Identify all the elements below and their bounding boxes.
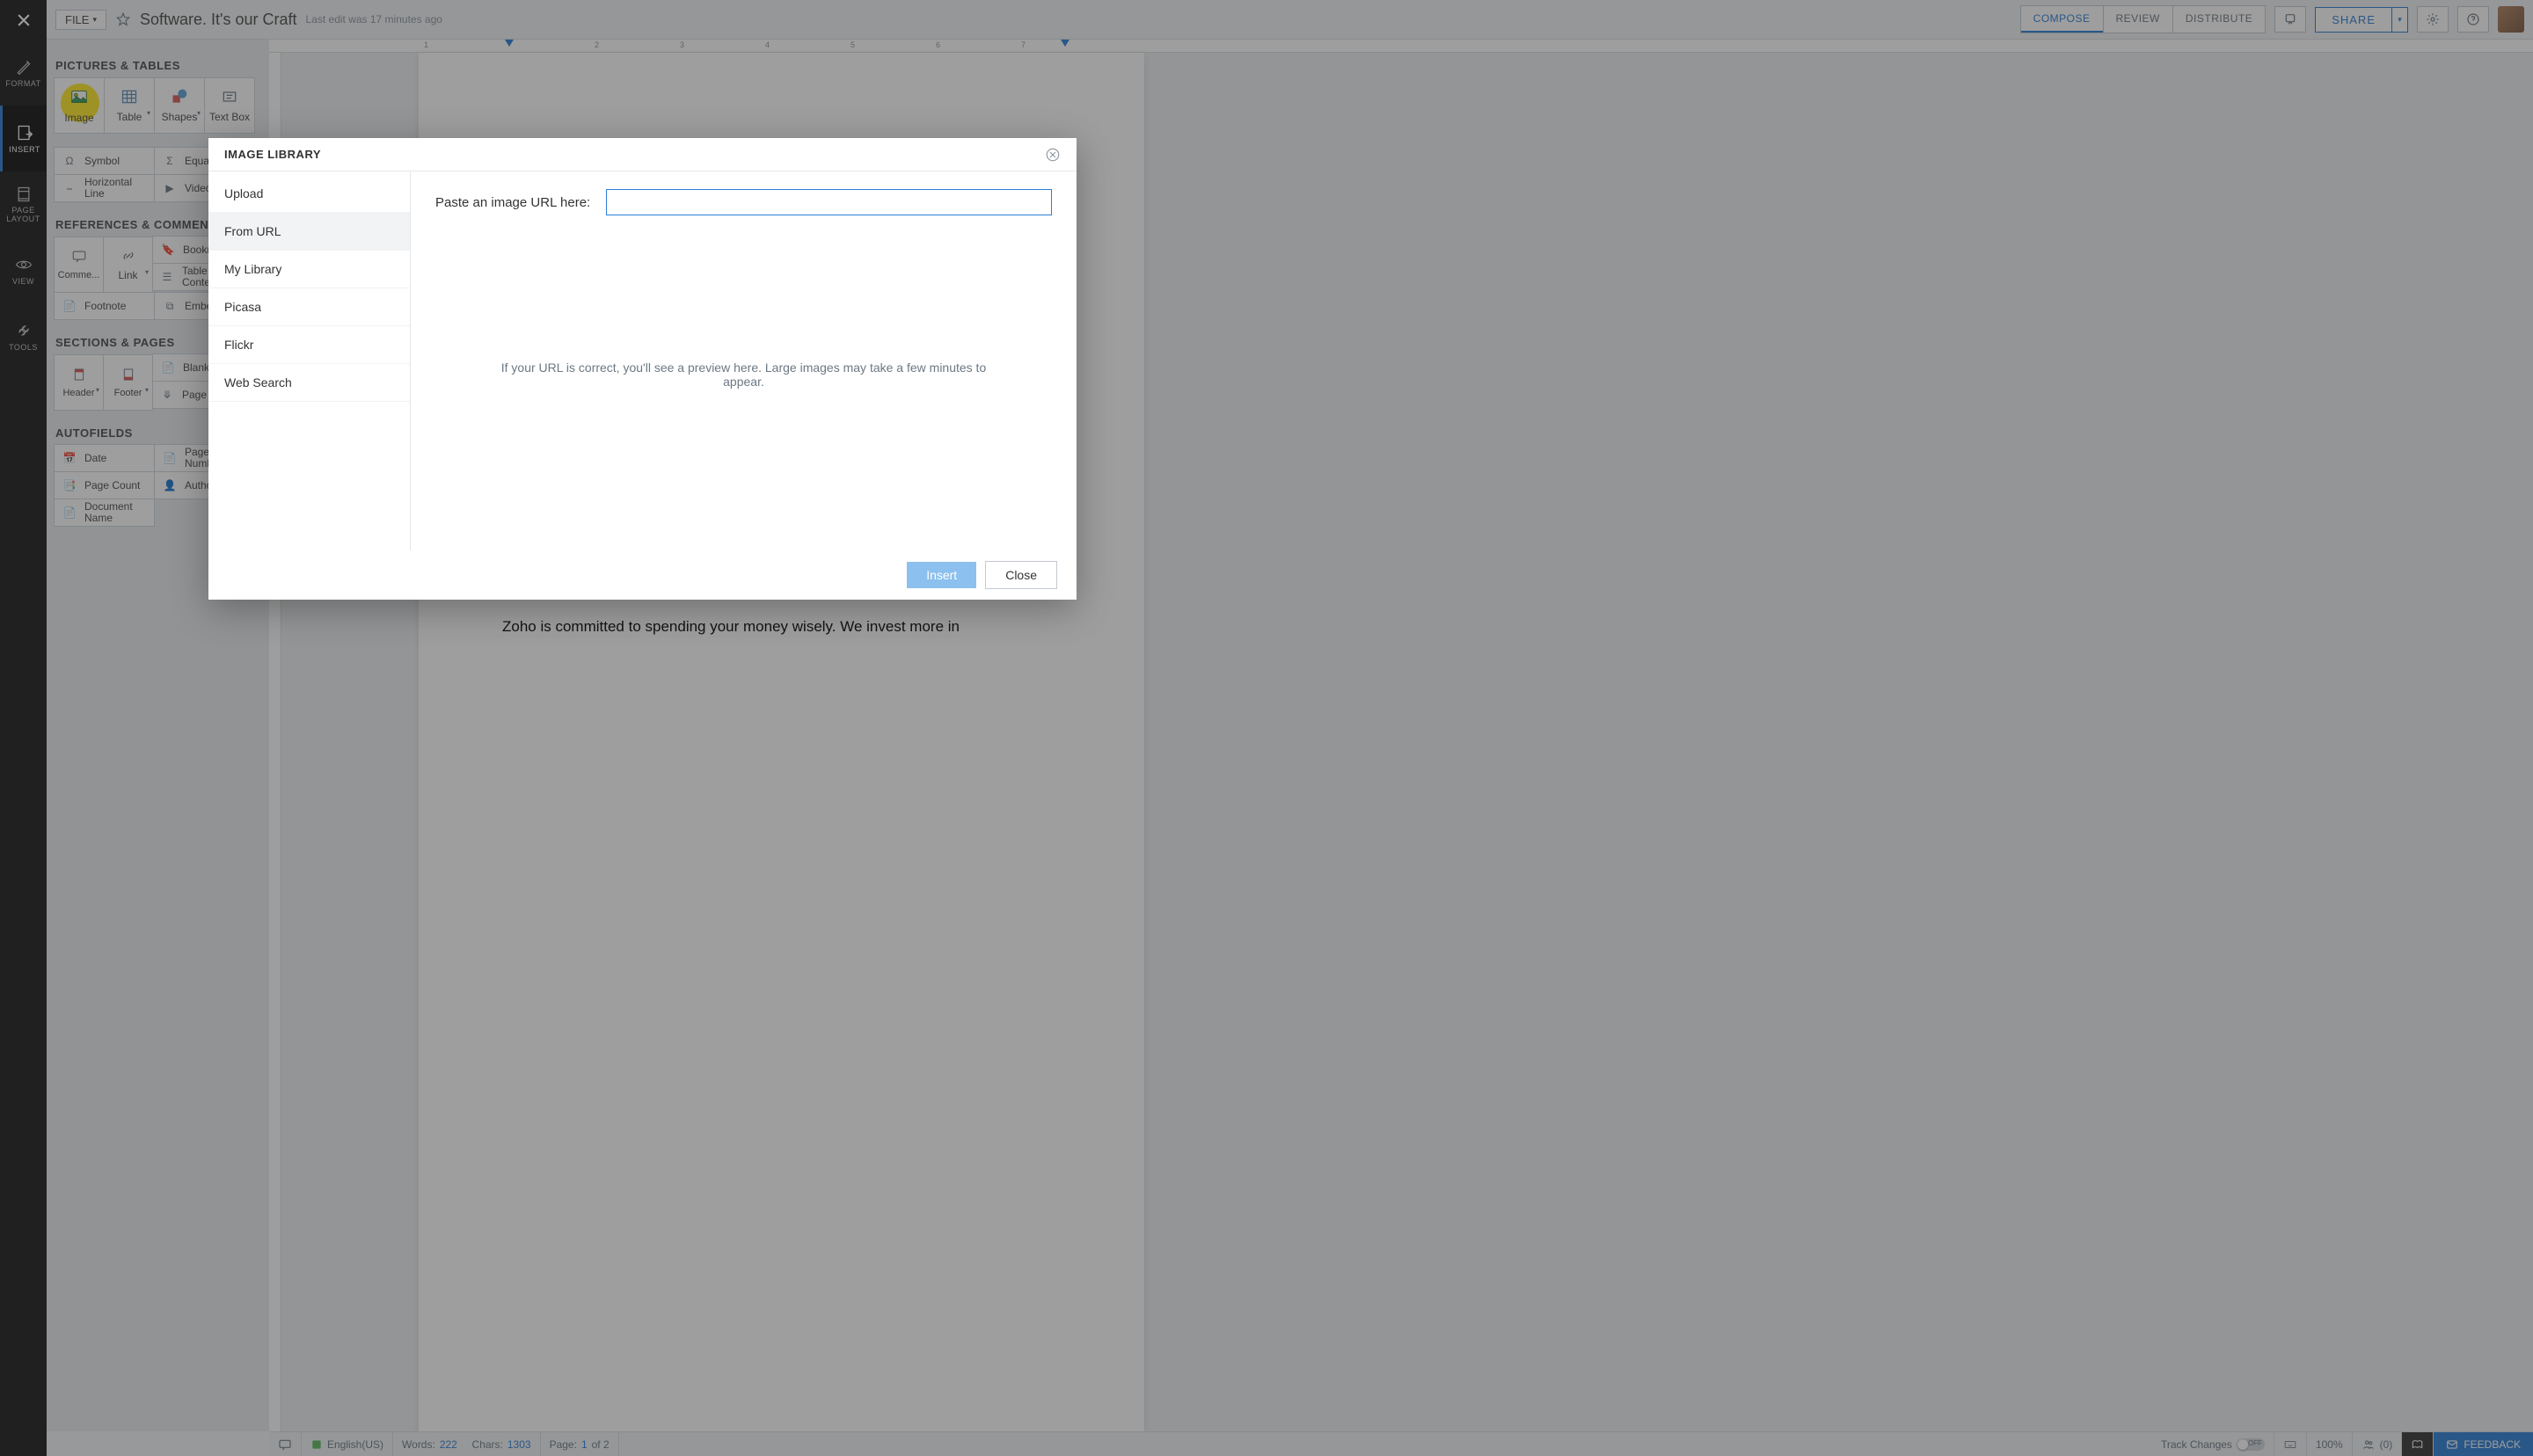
modal-tab-my-library[interactable]: My Library: [208, 251, 410, 288]
modal-tab-flickr[interactable]: Flickr: [208, 326, 410, 364]
modal-title: IMAGE LIBRARY: [224, 148, 321, 161]
modal-tab-from-url[interactable]: From URL: [208, 213, 410, 251]
modal-tab-picasa[interactable]: Picasa: [208, 288, 410, 326]
modal-sidebar: Upload From URL My Library Picasa Flickr…: [208, 171, 411, 550]
modal-tab-web-search[interactable]: Web Search: [208, 364, 410, 402]
modal-tab-upload[interactable]: Upload: [208, 175, 410, 213]
modal-footer: Insert Close: [208, 550, 1077, 600]
url-input-label: Paste an image URL here:: [435, 195, 590, 210]
image-library-modal: IMAGE LIBRARY Upload From URL My Library…: [208, 138, 1077, 600]
close-button[interactable]: Close: [985, 561, 1057, 589]
modal-header: IMAGE LIBRARY: [208, 138, 1077, 171]
modal-close-icon[interactable]: [1045, 147, 1061, 163]
insert-button[interactable]: Insert: [907, 562, 976, 588]
image-url-input[interactable]: [606, 189, 1052, 215]
modal-main: Paste an image URL here: If your URL is …: [411, 171, 1077, 550]
preview-hint-text: If your URL is correct, you'll see a pre…: [435, 215, 1052, 533]
